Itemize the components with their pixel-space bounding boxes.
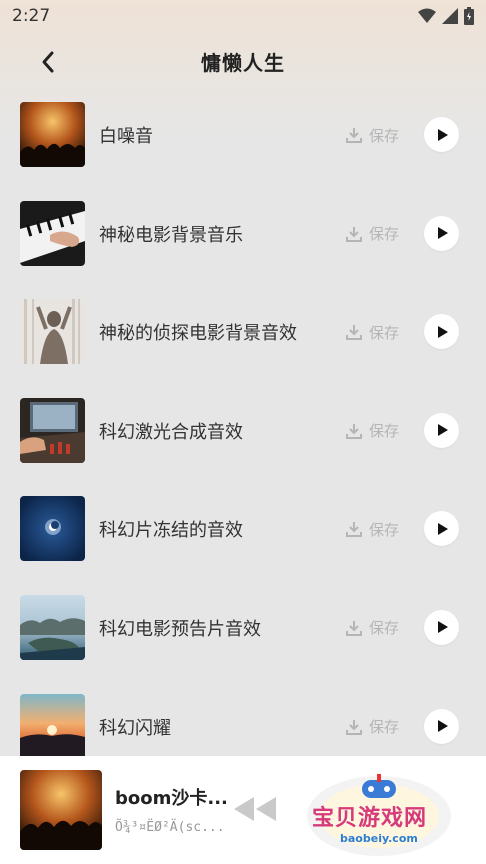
watermark-label: 宝贝游戏网 [312,806,428,831]
track-title: 科幻电影预告片音效 [99,618,261,640]
track-title: 白噪音 [99,126,153,147]
play-button[interactable] [424,215,459,251]
now-playing-bar[interactable]: boom沙卡... Õ¾³¤ËØ²Ä(sc... 宝贝游戏网 baobeiy.c… [0,756,486,864]
play-button[interactable] [424,314,459,350]
track-title: 科幻激光合成音效 [99,421,243,443]
track-thumbnail [20,594,85,660]
wifi-icon [418,8,436,23]
track-title: 神秘电影背景音乐 [99,224,243,246]
track-thumbnail [20,200,85,266]
rewind-icon [234,797,276,821]
download-icon [346,719,362,735]
play-button[interactable] [424,511,459,547]
download-icon [346,226,362,242]
play-icon [437,128,448,141]
previous-button[interactable] [230,794,280,824]
list-item[interactable]: 科幻电影预告片音效 保存 [0,594,486,694]
download-icon [346,620,362,636]
track-thumbnail [20,693,85,759]
save-label: 保存 [369,718,400,737]
save-label: 保存 [369,225,400,244]
track-thumbnail [20,496,85,562]
save-label: 保存 [369,619,400,638]
play-icon [437,522,448,535]
play-icon [437,621,448,634]
header: 慵懒人生 [0,38,486,84]
now-playing-thumbnail [20,770,102,850]
track-title: 科幻片冻结的音效 [99,520,243,542]
play-button[interactable] [424,609,459,645]
status-bar: 2:27 [0,0,486,32]
list-item[interactable]: 白噪音 保存 [0,102,486,201]
list-item[interactable]: 科幻激光合成音效 保存 [0,397,486,497]
track-title: 神秘的侦探电影背景音效 [99,323,297,345]
save-button[interactable]: 保存 [345,716,399,738]
watermark-url: baobeiy.com [340,832,418,845]
play-icon [437,424,448,437]
play-button[interactable] [424,117,459,152]
download-icon [346,325,362,341]
save-label: 保存 [369,126,400,145]
track-title: 科幻闪耀 [99,717,171,739]
save-button[interactable]: 保存 [345,420,399,442]
play-icon [437,227,448,240]
play-button[interactable] [424,708,459,744]
track-thumbnail [20,102,85,167]
play-button[interactable] [424,412,459,448]
chevron-left-icon [42,51,54,73]
battery-icon [464,7,474,25]
save-button[interactable]: 保存 [345,124,399,146]
save-button[interactable]: 保存 [345,223,399,245]
list-item[interactable]: 科幻片冻结的音效 保存 [0,496,486,595]
download-icon [346,128,362,143]
status-time: 2:27 [12,6,51,26]
back-button[interactable] [30,44,66,80]
play-icon [437,720,448,733]
status-icons [418,7,474,25]
save-label: 保存 [369,520,400,539]
now-playing-title: boom沙卡... [115,788,228,809]
save-label: 保存 [369,422,400,441]
save-button[interactable]: 保存 [345,617,399,639]
track-thumbnail [20,299,85,365]
list-item[interactable]: 神秘的侦探电影背景音效 保存 [0,299,486,398]
play-icon [437,325,448,338]
track-list: 白噪音 保存 神秘电影背景音乐 保存 神秘的侦探电影背景音效 保存 科幻激光合成… [0,102,486,792]
now-playing-subtitle: Õ¾³¤ËØ²Ä(sc... [115,820,225,835]
save-button[interactable]: 保存 [345,321,399,343]
signal-icon [442,8,458,24]
track-thumbnail [20,397,85,463]
list-item[interactable]: 神秘电影背景音乐 保存 [0,200,486,300]
save-button[interactable]: 保存 [345,518,399,540]
page-title: 慵懒人生 [201,50,285,75]
download-icon [346,522,362,538]
download-icon [346,423,362,439]
save-label: 保存 [369,323,400,342]
